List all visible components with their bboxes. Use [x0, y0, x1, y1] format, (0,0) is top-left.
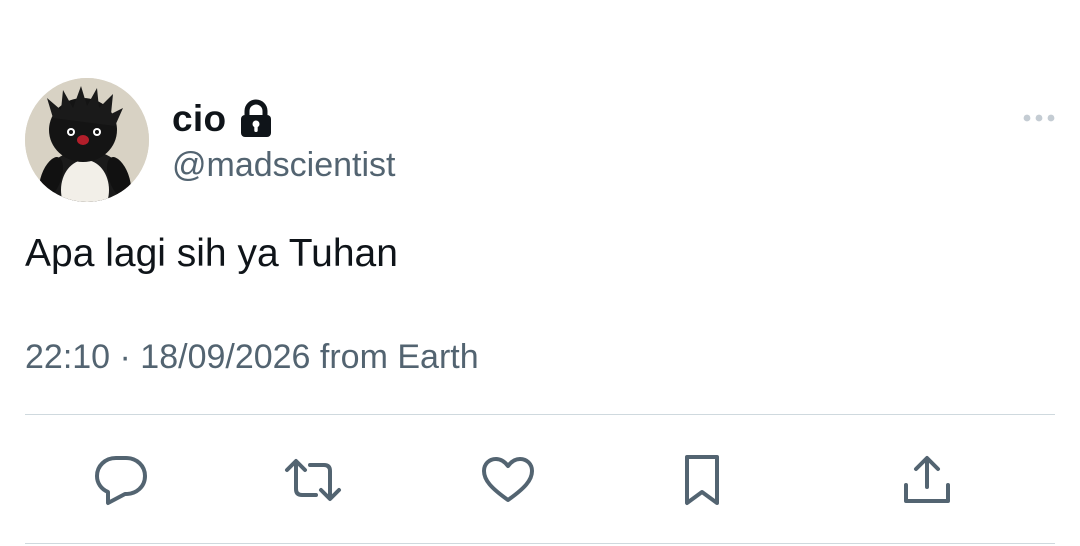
- reply-icon: [94, 454, 148, 506]
- more-options-icon[interactable]: [1022, 106, 1056, 130]
- retweet-button[interactable]: [285, 452, 341, 508]
- bookmark-icon: [680, 453, 724, 507]
- avatar[interactable]: [25, 78, 149, 202]
- tweet-timestamp[interactable]: 22:10 · 18/09/2026 from Earth: [25, 338, 479, 376]
- divider: [25, 543, 1055, 544]
- heart-icon: [481, 456, 535, 504]
- author-name-row[interactable]: cio: [172, 98, 274, 140]
- tweet-card: cio @madscientist Apa lagi sih ya Tuhan …: [0, 0, 1080, 546]
- like-button[interactable]: [480, 452, 536, 508]
- author-handle[interactable]: @madscientist: [172, 146, 395, 185]
- share-button[interactable]: [899, 452, 955, 508]
- lock-icon: [238, 99, 274, 139]
- tweet-meta: 22:10 · 18/09/2026 from Earth: [25, 338, 479, 377]
- share-icon: [900, 453, 954, 507]
- tweet-text: Apa lagi sih ya Tuhan: [25, 232, 398, 275]
- display-name[interactable]: cio: [172, 98, 226, 140]
- penguin-plush-avatar-image: [25, 78, 149, 202]
- reply-button[interactable]: [93, 452, 149, 508]
- retweet-icon: [283, 457, 343, 503]
- divider: [25, 414, 1055, 415]
- bookmark-button[interactable]: [674, 452, 730, 508]
